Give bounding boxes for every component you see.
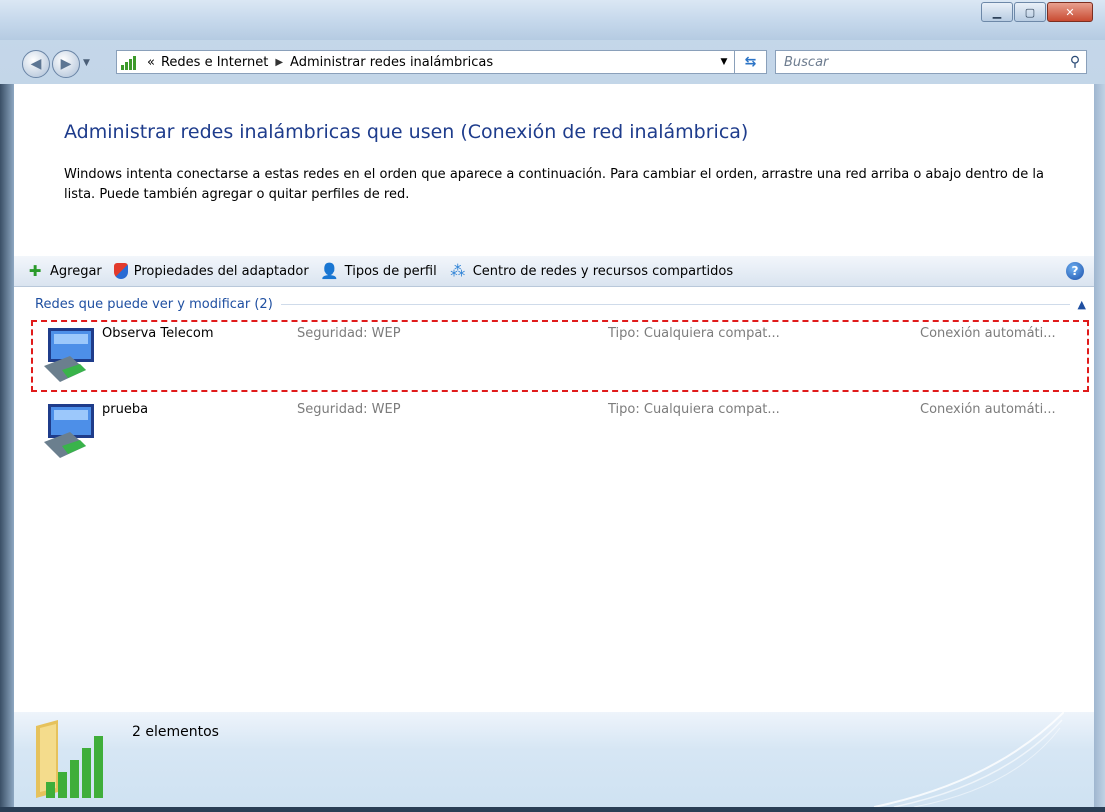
title-bar[interactable]: ▁ ▢ ✕ xyxy=(0,0,1105,40)
list-item[interactable]: prueba Seguridad: WEP Tipo: Cualquiera c… xyxy=(14,396,1094,470)
adapter-properties-button[interactable]: Propiedades del adaptador xyxy=(113,263,309,279)
help-icon[interactable]: ? xyxy=(1066,262,1084,280)
window-controls: ▁ ▢ ✕ xyxy=(980,2,1093,22)
add-label: Agregar xyxy=(50,263,102,279)
network-connection-mode: Conexión automáti... xyxy=(920,326,1056,341)
group-header-label: Redes que puede ver y modificar (2) xyxy=(35,296,273,312)
search-icon[interactable]: ⚲ xyxy=(1064,54,1086,70)
back-button[interactable]: ◀ xyxy=(22,50,50,78)
network-group-header[interactable]: Redes que puede ver y modificar (2) ▲ xyxy=(35,295,1090,313)
group-divider xyxy=(280,303,1070,305)
network-security: Seguridad: WEP xyxy=(297,326,401,341)
network-connection-mode: Conexión automáti... xyxy=(920,402,1056,417)
details-pane: 2 elementos xyxy=(14,712,1094,807)
wireless-network-icon xyxy=(44,328,94,382)
content-pane: Administrar redes inalámbricas que usen … xyxy=(14,84,1094,712)
profile-types-button[interactable]: 👤 Tipos de perfil xyxy=(320,262,437,280)
breadcrumb-separator-icon[interactable]: ▶ xyxy=(275,57,283,68)
refresh-icon: ⇆ xyxy=(744,54,757,70)
wireless-network-icon xyxy=(44,404,94,458)
navigation-bar: ◀ ▶ ▼ « Redes e Internet ▶ Administrar r… xyxy=(0,40,1105,84)
network-center-button[interactable]: ⁂ Centro de redes y recursos compartidos xyxy=(449,262,733,280)
network-type: Tipo: Cualquiera compat... xyxy=(608,326,780,341)
breadcrumb-administrar-redes[interactable]: Administrar redes inalámbricas xyxy=(290,55,493,70)
item-count: 2 elementos xyxy=(132,724,219,740)
wireless-networks-folder-icon xyxy=(36,720,103,798)
search-input[interactable]: Buscar xyxy=(784,55,1064,70)
list-item[interactable]: Observa Telecom Seguridad: WEP Tipo: Cua… xyxy=(14,320,1094,394)
command-bar: ✚ Agregar Propiedades del adaptador 👤 Ti… xyxy=(14,256,1094,287)
window-right-border xyxy=(1094,84,1105,807)
address-dropdown-icon[interactable]: ▼ xyxy=(714,57,734,67)
decorative-swoosh xyxy=(874,712,1064,807)
search-box[interactable]: Buscar ⚲ xyxy=(775,50,1087,74)
collapse-chevron-icon[interactable]: ▲ xyxy=(1078,298,1086,311)
adapter-properties-label: Propiedades del adaptador xyxy=(133,263,309,279)
maximize-icon: ▢ xyxy=(1024,5,1036,19)
page-title: Administrar redes inalámbricas que usen … xyxy=(64,121,749,143)
network-center-icon: ⁂ xyxy=(450,262,466,280)
add-plus-icon: ✚ xyxy=(28,262,42,280)
network-type: Tipo: Cualquiera compat... xyxy=(608,402,780,417)
explorer-window: ▁ ▢ ✕ ◀ ▶ ▼ « Redes e Internet ▶ Adminis… xyxy=(0,0,1105,812)
network-center-label: Centro de redes y recursos compartidos xyxy=(472,263,734,279)
maximize-button[interactable]: ▢ xyxy=(1014,2,1046,22)
network-name: prueba xyxy=(102,402,149,417)
breadcrumb-overflow[interactable]: « xyxy=(147,55,155,70)
window-left-border xyxy=(0,84,14,807)
network-name: Observa Telecom xyxy=(102,326,214,341)
forward-arrow-icon: ▶ xyxy=(60,56,72,72)
window-bottom-border xyxy=(0,807,1105,812)
network-security: Seguridad: WEP xyxy=(297,402,401,417)
network-signal-icon xyxy=(121,54,141,70)
back-arrow-icon: ◀ xyxy=(30,56,42,72)
profile-types-label: Tipos de perfil xyxy=(344,263,437,279)
address-bar[interactable]: « Redes e Internet ▶ Administrar redes i… xyxy=(116,50,735,74)
security-shield-icon xyxy=(113,263,128,279)
close-button[interactable]: ✕ xyxy=(1047,2,1093,22)
forward-button[interactable]: ▶ xyxy=(52,50,80,78)
page-description: Windows intenta conectarse a estas redes… xyxy=(64,167,1044,202)
refresh-button[interactable]: ⇆ xyxy=(735,50,767,74)
breadcrumb-redes-internet[interactable]: Redes e Internet xyxy=(161,55,268,70)
add-button[interactable]: ✚ Agregar xyxy=(26,262,102,280)
minimize-button[interactable]: ▁ xyxy=(981,2,1013,22)
minimize-icon: ▁ xyxy=(992,5,1002,19)
user-icon: 👤 xyxy=(320,262,340,280)
close-icon: ✕ xyxy=(1065,5,1075,19)
recent-pages-dropdown[interactable]: ▼ xyxy=(83,58,90,68)
